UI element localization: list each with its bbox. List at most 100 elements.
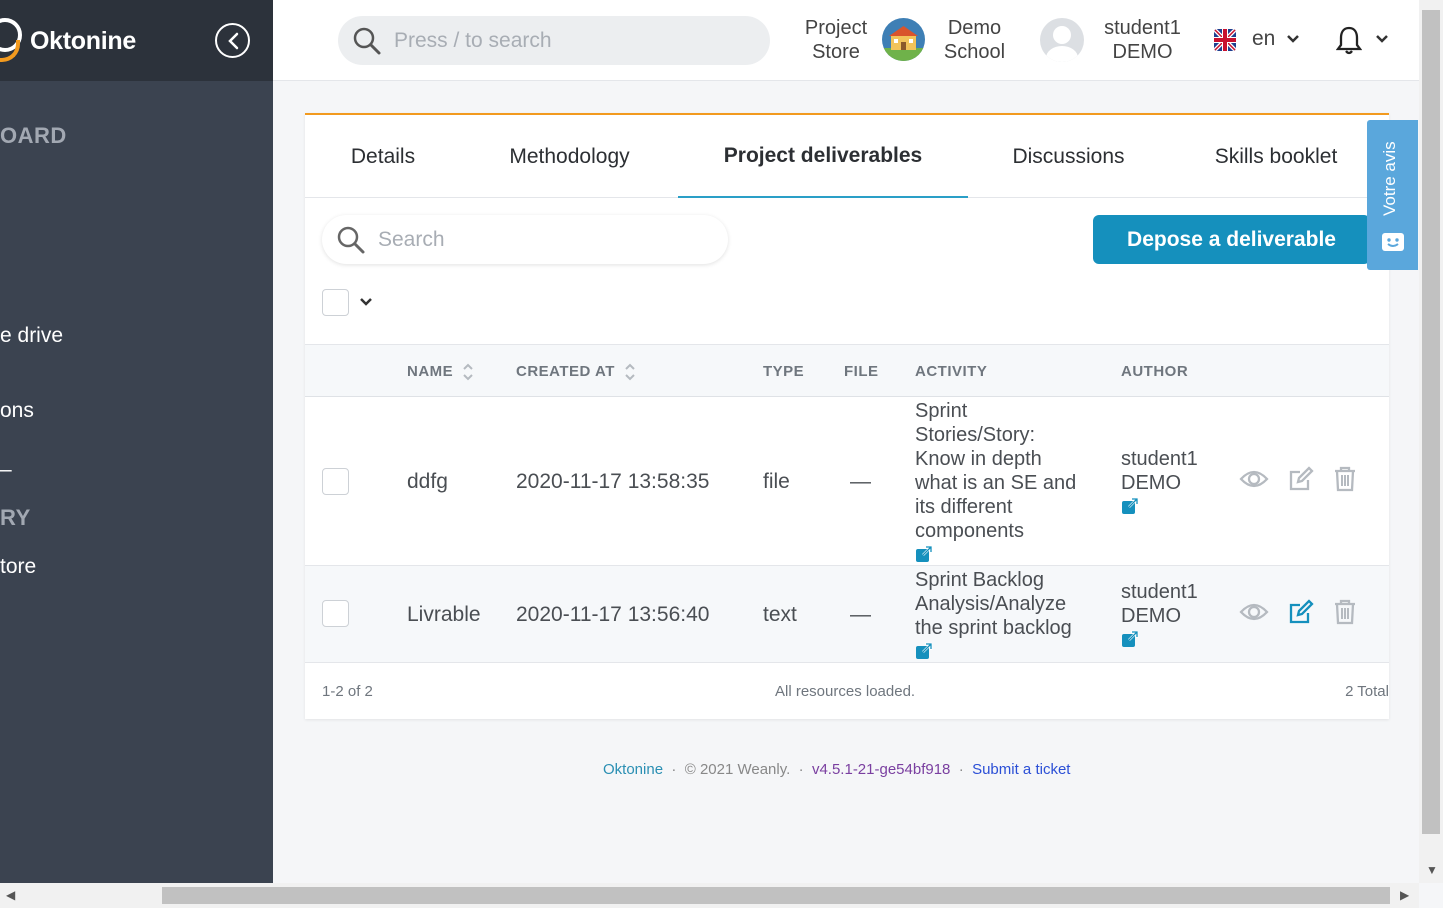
footer-version[interactable]: v4.5.1-21-ge54bf918 — [812, 761, 950, 778]
bell-icon[interactable] — [1336, 25, 1362, 55]
tab-discussions[interactable]: Discussions — [990, 115, 1147, 198]
external-link-icon[interactable] — [1121, 630, 1139, 648]
delete-trash-icon[interactable] — [1333, 599, 1357, 625]
deliverable-activity[interactable]: Sprint Backlog Analysis/Analyze the spri… — [915, 568, 1105, 666]
feedback-face-icon — [1382, 233, 1404, 251]
external-link-icon[interactable] — [1121, 497, 1139, 515]
table-header: NAME CREATED AT TYPE FILE ACTIVITY AUTHO… — [305, 344, 1389, 397]
project-store-link[interactable]: Project Store — [801, 16, 871, 64]
deliverable-type: file — [763, 470, 790, 493]
view-eye-icon[interactable] — [1239, 468, 1269, 490]
column-file: FILE — [844, 363, 879, 380]
horizontal-scroll-thumb[interactable] — [162, 887, 1390, 904]
delete-trash-icon[interactable] — [1333, 466, 1357, 492]
feedback-tab[interactable]: Votre avis — [1367, 120, 1418, 270]
deliverable-activity[interactable]: Sprint Stories/Story: Know in depth what… — [915, 399, 1105, 569]
view-eye-icon[interactable] — [1239, 601, 1269, 623]
sidebar-header: Oktonine — [0, 0, 273, 81]
activity-line: Stories/Story: — [915, 424, 1036, 446]
sidebar-item-sessions[interactable]: ons — [0, 399, 34, 423]
collapse-sidebar-button[interactable] — [215, 23, 250, 58]
school-line2: School — [943, 41, 1006, 63]
activity-line: Know in depth — [915, 448, 1042, 470]
user-avatar[interactable] — [1040, 18, 1084, 62]
tab-skills-booklet[interactable]: Skills booklet — [1191, 115, 1361, 198]
edit-icon[interactable] — [1288, 466, 1314, 492]
row-checkbox[interactable] — [322, 468, 349, 495]
deliverable-name[interactable]: ddfg — [407, 470, 448, 494]
scroll-down-arrow-icon[interactable]: ▼ — [1426, 863, 1438, 877]
user-menu[interactable]: student1 DEMO — [1096, 16, 1189, 64]
search-icon — [337, 226, 365, 253]
bulk-actions-chevron-down-icon[interactable] — [359, 296, 373, 308]
activity-line: its different — [915, 496, 1013, 518]
table-row: ddfg 2020-11-17 13:58:35 file — Sprint S… — [305, 397, 1389, 566]
logo-mark-icon — [0, 18, 24, 64]
deliverable-author[interactable]: student1 DEMO — [1121, 580, 1198, 654]
vertical-scrollbar[interactable]: ▼ — [1419, 0, 1443, 883]
notifications-chevron-down-icon[interactable] — [1375, 33, 1389, 45]
sidebar-item-divider[interactable]: – — [0, 458, 12, 482]
deliverable-author[interactable]: student1 DEMO — [1121, 447, 1198, 521]
deliverables-search[interactable] — [322, 215, 728, 264]
tab-project-deliverables[interactable]: Project deliverables — [678, 115, 968, 198]
row-actions — [1239, 466, 1357, 492]
vertical-scroll-thumb[interactable] — [1422, 10, 1440, 834]
column-author: AUTHOR — [1121, 363, 1189, 380]
user-line2: DEMO — [1112, 41, 1173, 63]
select-all-checkbox[interactable] — [322, 289, 349, 316]
column-created-at[interactable]: CREATED AT — [516, 345, 636, 398]
page-footer: Oktonine · © 2021 Weanly. · v4.5.1-21-ge… — [603, 761, 1070, 778]
user-line1: student1 — [1104, 17, 1181, 39]
deliverable-created-at: 2020-11-17 13:56:40 — [516, 603, 710, 626]
project-store-line2: Store — [812, 41, 860, 63]
school-line1: Demo — [947, 17, 1002, 39]
sidebar-heading-library: RY — [0, 505, 31, 530]
deliverable-file: — — [850, 470, 871, 493]
column-type: TYPE — [763, 363, 805, 380]
chevron-left-icon — [227, 32, 238, 49]
activity-line: the sprint backlog — [915, 617, 1072, 639]
project-tabs: Details Methodology Project deliverables… — [305, 115, 1389, 198]
deliverable-name[interactable]: Livrable — [407, 603, 481, 627]
author-line2: DEMO — [1121, 605, 1181, 627]
sidebar: Oktonine OARD e drive ons – RY tore — [0, 0, 273, 883]
footer-copyright: © 2021 Weanly. — [684, 761, 791, 778]
deliverables-search-input[interactable] — [378, 227, 698, 252]
sidebar-item-store[interactable]: tore — [0, 555, 36, 579]
school-avatar[interactable] — [882, 18, 925, 61]
author-line1: student1 — [1121, 448, 1198, 470]
sort-icon — [463, 363, 473, 380]
global-search[interactable] — [338, 16, 770, 65]
scroll-left-arrow-icon[interactable]: ◀ — [6, 888, 15, 902]
tab-details[interactable]: Details — [327, 115, 439, 198]
total-count: 2 Total — [1345, 683, 1389, 700]
column-name[interactable]: NAME — [407, 345, 474, 398]
row-checkbox[interactable] — [322, 600, 349, 627]
scroll-right-arrow-icon[interactable]: ▶ — [1400, 888, 1409, 902]
submit-ticket-link[interactable]: Submit a ticket — [972, 761, 1070, 778]
deliverable-type: text — [763, 603, 797, 626]
global-search-input[interactable] — [394, 28, 734, 53]
depose-deliverable-button[interactable]: Depose a deliverable — [1093, 215, 1370, 264]
footer-separator: · — [667, 761, 685, 778]
footer-brand-link[interactable]: Oktonine — [603, 761, 663, 778]
activity-line: Sprint — [915, 400, 968, 422]
topbar: Project Store Demo School student1 DEMO … — [273, 0, 1419, 81]
language-chevron-down-icon[interactable] — [1286, 33, 1300, 45]
sidebar-item-drive[interactable]: e drive — [0, 324, 63, 348]
activity-line: Sprint Backlog — [915, 569, 1044, 591]
user-icon — [1046, 26, 1078, 62]
school-switcher[interactable]: Demo School — [937, 16, 1012, 64]
column-created-at-label: CREATED AT — [516, 363, 615, 380]
external-link-icon[interactable] — [915, 642, 933, 660]
uk-flag-icon[interactable] — [1214, 29, 1236, 51]
logo[interactable]: Oktonine — [0, 18, 136, 64]
edit-icon[interactable] — [1288, 599, 1314, 625]
language-selector[interactable]: en — [1252, 27, 1275, 51]
horizontal-scrollbar[interactable]: ◀ ▶ — [0, 883, 1419, 908]
pagination-range: 1-2 of 2 — [322, 683, 373, 700]
external-link-icon[interactable] — [915, 545, 933, 563]
tab-methodology[interactable]: Methodology — [482, 115, 657, 198]
deliverable-file: — — [850, 603, 871, 626]
